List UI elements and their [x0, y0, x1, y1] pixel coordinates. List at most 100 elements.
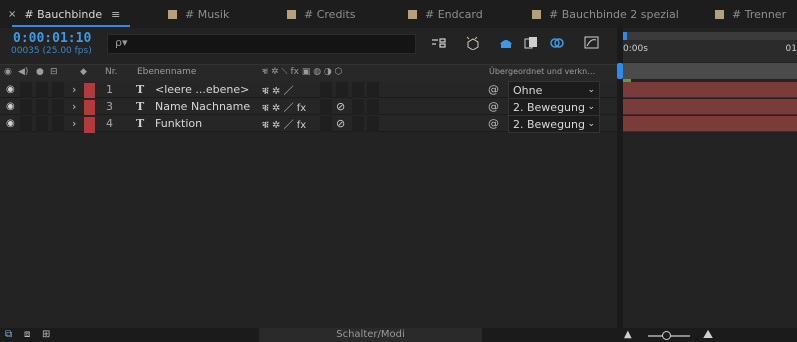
switch-slot[interactable] [320, 82, 332, 98]
solo-toggle[interactable] [36, 99, 48, 115]
tab-musik[interactable]: # Musik [168, 0, 229, 28]
time-navigator-handle[interactable] [623, 32, 627, 40]
ruler-start-label: 0:00s [623, 44, 648, 54]
solo-header-icon[interactable]: ● [36, 67, 44, 77]
label-color[interactable] [84, 83, 95, 99]
color-swatch-icon [715, 9, 724, 19]
tab-bauchbinde-2-spezial[interactable]: # Bauchbinde 2 spezial [532, 0, 679, 28]
layer-duration-bar[interactable] [623, 116, 797, 132]
lock-toggle[interactable] [52, 99, 64, 115]
label-tag-icon[interactable]: ◆ [80, 67, 87, 77]
pickwhip-icon[interactable]: @ [488, 81, 499, 97]
audio-toggle[interactable] [20, 82, 32, 98]
label-color[interactable] [84, 117, 95, 133]
parent-dropdown[interactable]: 2. Bewegung ⌄ [508, 98, 600, 116]
layer-switches[interactable]: ቑ ✲ ／ [262, 81, 294, 97]
layer-switches[interactable]: ቑ ✲ ／ fx [262, 115, 306, 131]
layer-name[interactable]: <leere ...ebene> [155, 81, 249, 97]
layer-row[interactable]: ◉ › 3 T Name Nachname ቑ ✲ ／ fx ⊘ @ 2. Be… [0, 98, 617, 116]
switch-slot[interactable] [367, 99, 379, 115]
layer-switches-toggle-icon[interactable]: ⧉ [5, 329, 12, 340]
switch-slot[interactable] [352, 82, 364, 98]
chevron-down-icon: ⌄ [587, 119, 595, 129]
column-header-nr[interactable]: Nr. [105, 67, 117, 77]
eye-icon[interactable]: ◉ [6, 81, 15, 97]
tab-label: # Bauchbinde [24, 7, 103, 21]
motion-blur-layer-icon[interactable]: ⊘ [336, 98, 345, 114]
switch-slot[interactable] [352, 116, 364, 132]
parent-value: 2. Bewegung [513, 100, 585, 114]
eye-icon[interactable]: ◉ [6, 98, 15, 114]
column-header-parent[interactable]: Übergeordnet und verkn… [489, 67, 595, 76]
comp-mini-flowchart-icon[interactable] [430, 35, 448, 51]
tab-label: # Musik [185, 7, 230, 21]
lock-toggle[interactable] [52, 82, 64, 98]
switch-slot[interactable] [367, 116, 379, 132]
lock-header-icon[interactable]: ⊟ [50, 67, 58, 77]
current-time-display[interactable]: 0:00:01:10 [13, 31, 91, 46]
color-swatch-icon [408, 9, 417, 19]
transfer-controls-toggle-icon[interactable]: ⧈ [24, 329, 30, 340]
layer-duration-bar[interactable] [623, 82, 797, 98]
eye-icon[interactable]: ◉ [6, 115, 15, 131]
solo-toggle[interactable] [36, 116, 48, 132]
audio-switch-header-icon[interactable]: ◀) [18, 67, 28, 77]
menu-icon[interactable]: ≡ [111, 8, 120, 21]
layer-row[interactable]: ◉ › 1 T <leere ...ebene> ቑ ✲ ／ @ Ohne ⌄ [0, 81, 617, 99]
color-swatch-icon [532, 9, 541, 19]
parent-dropdown[interactable]: Ohne ⌄ [508, 81, 600, 99]
tab-endcard[interactable]: # Endcard [408, 0, 483, 28]
in-out-toggle-icon[interactable]: ⊞ [42, 329, 50, 340]
audio-toggle[interactable] [20, 99, 32, 115]
switch-slot[interactable] [320, 116, 332, 132]
parent-value: 2. Bewegung [513, 117, 585, 131]
color-swatch-icon [168, 9, 177, 19]
frame-rate-info: 00035 (25.00 fps) [11, 46, 92, 56]
column-header-ebenenname[interactable]: Ebenenname [137, 67, 196, 77]
expand-chevron-icon[interactable]: › [72, 115, 76, 131]
expand-chevron-icon[interactable]: › [72, 98, 76, 114]
video-switch-header-icon[interactable]: ◉ [4, 67, 12, 77]
audio-toggle[interactable] [20, 116, 32, 132]
time-navigator[interactable] [623, 32, 797, 40]
time-ruler[interactable]: 0:00s 01 [623, 40, 797, 62]
pickwhip-icon[interactable]: @ [488, 98, 499, 114]
tab-label: # Endcard [425, 7, 483, 21]
tab-trenner[interactable]: # Trenner [715, 0, 786, 28]
graph-editor-icon[interactable] [583, 35, 601, 51]
search-icon: ρ▾ [115, 36, 128, 49]
pickwhip-icon[interactable]: @ [488, 115, 499, 131]
text-layer-icon: T [136, 82, 145, 96]
switch-slot[interactable] [352, 99, 364, 115]
expand-chevron-icon[interactable]: › [72, 81, 76, 97]
layer-duration-bar[interactable] [623, 99, 797, 115]
draft-3d-icon[interactable] [464, 35, 482, 51]
motion-blur-layer-icon[interactable]: ⊘ [336, 115, 345, 131]
zoom-out-icon[interactable]: ▲ [624, 329, 632, 340]
close-icon[interactable]: × [8, 9, 16, 20]
search-input[interactable]: ρ▾ [107, 34, 416, 54]
switches-modes-toggle[interactable]: Schalter/Modi [259, 328, 482, 342]
lock-toggle[interactable] [52, 116, 64, 132]
label-color[interactable] [84, 100, 95, 116]
switches-header-icons: ቑ ✲ ⟍ fx ▣ ◍ ◑ ⬡ [262, 67, 343, 77]
parent-dropdown[interactable]: 2. Bewegung ⌄ [508, 115, 600, 133]
layer-name[interactable]: Name Nachname [155, 98, 250, 114]
work-area-bar[interactable] [623, 63, 797, 79]
layer-row[interactable]: ◉ › 4 T Funktion ቑ ✲ ／ fx ⊘ @ 2. Bewegun… [0, 115, 617, 133]
solo-toggle[interactable] [36, 82, 48, 98]
layer-name[interactable]: Funktion [155, 115, 202, 131]
hide-shy-layers-icon[interactable] [497, 35, 515, 51]
layer-switches[interactable]: ቑ ✲ ／ fx [262, 98, 306, 114]
current-time-indicator[interactable] [617, 63, 623, 79]
tab-credits[interactable]: # Credits [287, 0, 356, 28]
switch-slot[interactable] [367, 82, 379, 98]
tab-label: # Trenner [732, 7, 787, 21]
switch-slot[interactable] [320, 99, 332, 115]
zoom-slider-knob[interactable] [662, 331, 671, 340]
motion-blur-icon[interactable] [548, 35, 566, 51]
zoom-in-icon[interactable]: ⛰ [703, 327, 713, 342]
switch-slot[interactable] [336, 82, 348, 98]
tab-bauchbinde[interactable]: × # Bauchbinde ≡ [8, 0, 120, 28]
frame-blending-icon[interactable] [522, 35, 540, 51]
